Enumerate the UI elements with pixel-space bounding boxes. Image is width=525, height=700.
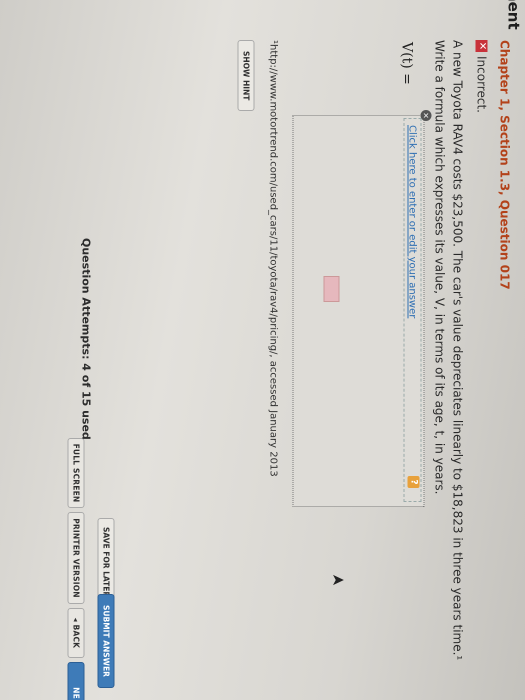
answer-slot[interactable] [323,276,340,302]
attempts-counter: Question Attempts: 4 of 15 used [79,238,93,440]
submit-answer-button[interactable]: SUBMIT ANSWER [97,594,115,688]
help-icon[interactable]: ? [407,476,420,488]
app-logo: ment [504,0,523,30]
mouse-cursor-icon: ➤ [331,570,345,590]
answer-label: V(t) = [398,42,415,85]
save-for-later-button[interactable]: SAVE FOR LATER [97,518,115,607]
question-title: Chapter 1, Section 1.3, Question 017 [497,40,512,290]
next-button[interactable]: NE [67,662,85,700]
full-screen-button[interactable]: FULL SCREEN [67,438,85,508]
x-icon: ✕ [475,40,488,52]
answer-area[interactable]: × Click here to enter or edit your answe… [292,110,432,507]
back-button[interactable]: ◂ BACK [67,608,85,658]
question-text: A new Toyota RAV4 costs $23,500. The car… [432,40,465,661]
answer-input-link[interactable]: Click here to enter or edit your answer [403,118,422,502]
status-row: ✕ Incorrect. [475,40,489,113]
printer-version-button[interactable]: PRINTER VERSION [67,512,85,604]
status-text: Incorrect. [474,56,489,113]
show-hint-button[interactable]: SHOW HINT [237,40,255,112]
rotated-page: ment FULL SCREEN PRINTER VERSION ◂ BACK … [0,0,525,700]
close-icon[interactable]: × [420,110,432,121]
footnote: ¹http://www.motortrend.com/used_cars/11/… [267,40,279,477]
photo-background: ment FULL SCREEN PRINTER VERSION ◂ BACK … [0,0,525,700]
